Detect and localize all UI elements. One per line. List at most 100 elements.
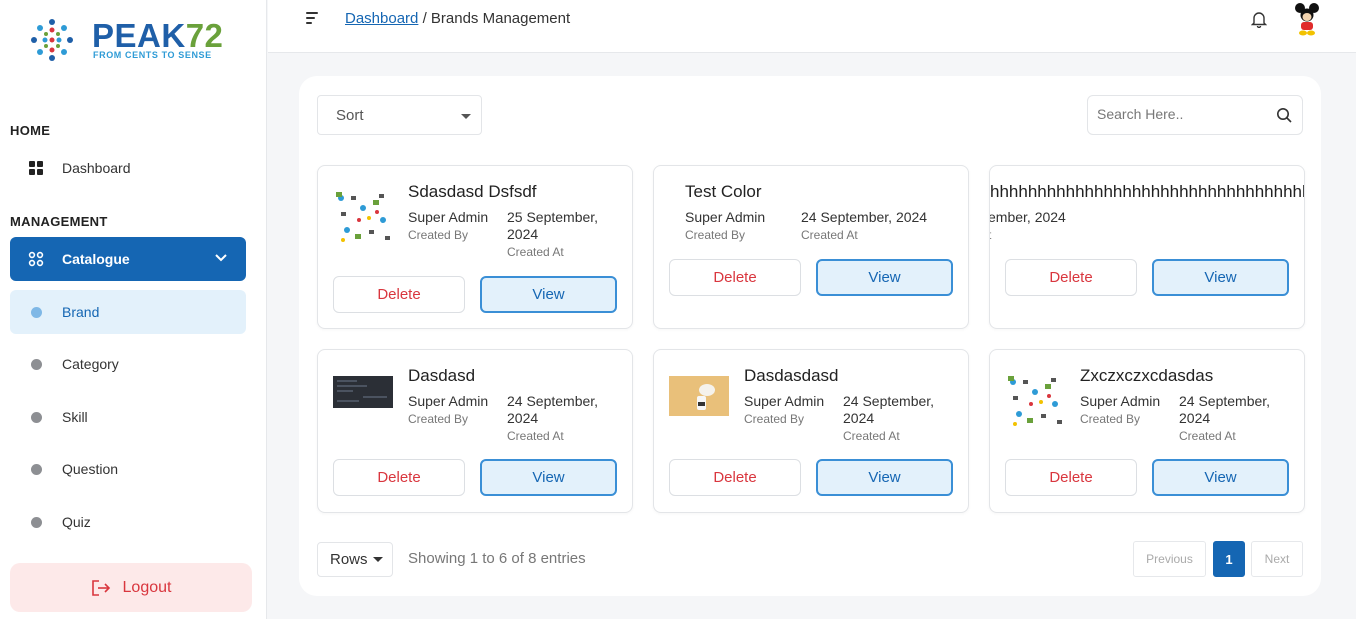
brand-title: Sdasdasd Dsfsdf (408, 182, 537, 201)
catalogue-icon (28, 251, 44, 267)
brand-thumbnail (333, 190, 393, 246)
brands-panel: Sort Sdasdasd Dsfsdf Super Admin Created … (299, 76, 1321, 596)
entries-info: Showing 1 to 6 of 8 entries (408, 550, 586, 567)
sidebar-item-label: Skill (62, 409, 88, 425)
breadcrumb-separator: / (422, 10, 427, 27)
sidebar-item-question[interactable]: Question (10, 447, 246, 491)
created-at-value: 25 September, 2024 (507, 209, 599, 242)
view-button[interactable]: View (816, 459, 953, 496)
home-section-title: HOME (10, 123, 51, 138)
delete-button[interactable]: Delete (1005, 259, 1137, 296)
page-1-button[interactable]: 1 (1213, 541, 1245, 577)
sidebar-item-label: Question (62, 461, 119, 477)
brand-title: Zxczxczxcdasdas (1080, 366, 1214, 385)
brand-card: Dasdasd Super Admin Created By 24 Septemb… (317, 349, 633, 513)
created-by-value: Super Admin (408, 209, 489, 225)
next-page-button[interactable]: Next (1251, 541, 1303, 577)
sidebar: PEAK72 FROM CENTS TO SENSE HOME Dashboar… (0, 0, 267, 619)
created-at-value: ember, 2024 (989, 209, 1066, 225)
search-icon[interactable] (1276, 107, 1292, 123)
brand-card: Dasdasdasd Super Admin Created By 24 Sept… (653, 349, 969, 513)
logout-icon (91, 579, 110, 596)
logout-button[interactable]: Logout (10, 563, 252, 612)
dashboard-grid-icon (29, 161, 43, 175)
chevron-down-icon (215, 254, 227, 262)
created-by-value: Super Admin (685, 209, 766, 225)
logo-number: 72 (185, 17, 224, 54)
brand-thumbnail (333, 376, 393, 408)
sidebar-item-label: Brand (62, 304, 100, 320)
brand-title: Dasdasdasd (744, 366, 839, 385)
delete-button[interactable]: Delete (669, 459, 801, 496)
delete-button[interactable]: Delete (333, 459, 465, 496)
created-by-label: Created By (744, 412, 805, 426)
breadcrumb-dashboard-link[interactable]: Dashboard (345, 10, 418, 27)
menu-toggle-icon[interactable] (306, 12, 322, 28)
bullet-icon (30, 463, 42, 475)
created-at-label: Created At (507, 245, 564, 259)
brand-card: Test Color Super Admin Created By 24 Sept… (653, 165, 969, 329)
caret-down-icon (372, 557, 383, 562)
delete-button[interactable]: Delete (333, 276, 465, 313)
sidebar-item-skill[interactable]: Skill (10, 395, 246, 439)
sort-select-value: Sort (336, 106, 364, 124)
created-at-value: 24 September, 2024 (1179, 393, 1271, 426)
logo-name: PEAK (92, 17, 186, 54)
created-by-label: Created By (685, 228, 746, 242)
created-at-label: Created At (507, 429, 564, 443)
created-by-value: Super Admin (744, 393, 825, 409)
created-by-label: Created By (1080, 412, 1141, 426)
view-button[interactable]: View (1152, 459, 1289, 496)
sidebar-item-label: Quiz (62, 514, 91, 530)
breadcrumb: Dashboard / Brands Management (345, 10, 570, 27)
search-input[interactable] (1097, 96, 1267, 132)
logout-label: Logout (122, 578, 172, 596)
delete-button[interactable]: Delete (1005, 459, 1137, 496)
brand-logo[interactable]: PEAK72 FROM CENTS TO SENSE (28, 14, 228, 66)
view-button[interactable]: View (480, 459, 617, 496)
brand-card: hhhhhhhhhhhhhhhhhhhhhhhhhhhhhhhhhhh embe… (989, 165, 1305, 329)
avatar[interactable] (1294, 2, 1320, 36)
brand-title: hhhhhhhhhhhhhhhhhhhhhhhhhhhhhhhhhhh (990, 182, 1305, 201)
sidebar-item-label: Dashboard (62, 160, 131, 176)
rows-per-page-select[interactable]: Rows (317, 542, 393, 577)
delete-button[interactable]: Delete (669, 259, 801, 296)
caret-down-icon (461, 114, 471, 119)
bullet-icon (30, 516, 42, 528)
brand-thumbnail (1005, 374, 1065, 430)
sidebar-item-catalogue[interactable]: Catalogue (10, 237, 246, 281)
created-at-label: t (990, 227, 1098, 244)
previous-page-button[interactable]: Previous (1133, 541, 1206, 577)
sort-select[interactable]: Sort (317, 95, 482, 135)
logo-mark-icon (31, 19, 73, 61)
created-by-label: Created By (408, 228, 469, 242)
sidebar-item-category[interactable]: Category (10, 342, 246, 386)
brand-card: Zxczxczxcdasdas Super Admin Created By 24… (989, 349, 1305, 513)
sidebar-item-label: Catalogue (62, 251, 130, 267)
bullet-icon (30, 358, 42, 370)
sidebar-item-quiz[interactable]: Quiz (10, 500, 246, 544)
sidebar-item-brand[interactable]: Brand (10, 290, 246, 334)
top-bar: Dashboard / Brands Management (268, 0, 1356, 53)
notification-bell-icon[interactable] (1251, 10, 1267, 28)
created-by-label: Created By (408, 412, 469, 426)
created-at-value: 24 September, 2024 (843, 393, 935, 426)
logo-tagline: FROM CENTS TO SENSE (93, 50, 212, 60)
view-button[interactable]: View (480, 276, 617, 313)
created-at-value: 24 September, 2024 (507, 393, 599, 426)
sidebar-item-dashboard[interactable]: Dashboard (10, 146, 246, 190)
bullet-icon (30, 306, 42, 318)
brand-title: Test Color (685, 182, 762, 201)
view-button[interactable]: View (816, 259, 953, 296)
created-at-label: Created At (801, 228, 858, 242)
created-at-value: 24 September, 2024 (801, 209, 928, 225)
created-by-value: Super Admin (1080, 393, 1161, 409)
breadcrumb-current: Brands Management (430, 10, 571, 27)
created-at-label: Created At (1179, 429, 1236, 443)
management-section-title: MANAGEMENT (10, 214, 108, 229)
brand-card: Sdasdasd Dsfsdf Super Admin Created By 25… (317, 165, 633, 329)
search-box (1087, 95, 1303, 135)
rows-label: Rows (330, 551, 368, 568)
view-button[interactable]: View (1152, 259, 1289, 296)
logo-wordmark: PEAK72 (92, 18, 223, 54)
